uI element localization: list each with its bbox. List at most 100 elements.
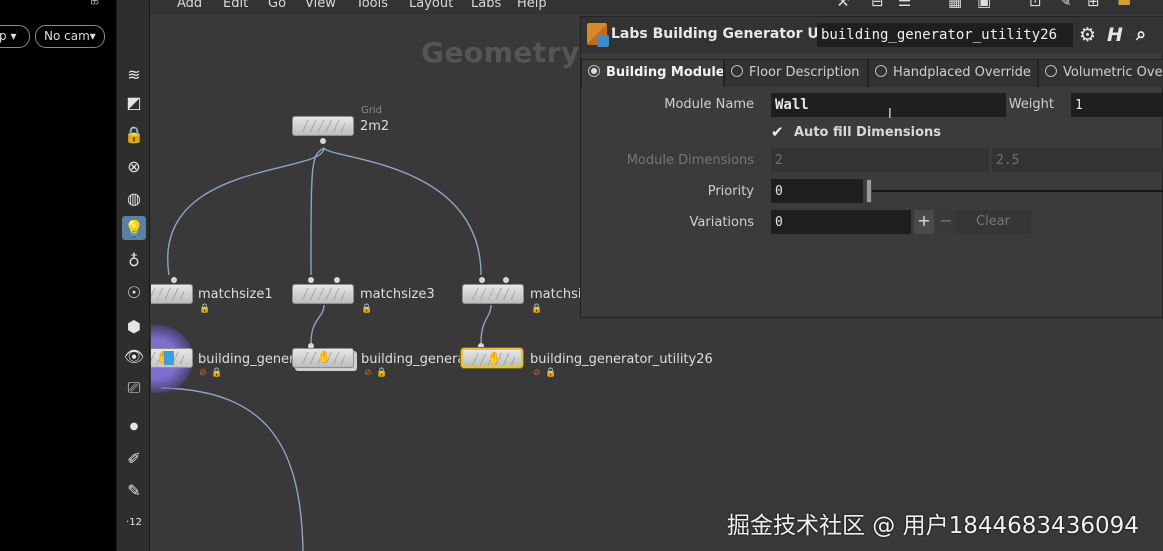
weight-input[interactable] <box>1071 93 1163 117</box>
watermark-text: 掘金技术社区 @ 用户1844683436094 <box>727 513 1139 539</box>
help-h-icon[interactable]: H <box>1107 24 1123 46</box>
tab-handplaced-override-label: Handplaced Override <box>893 65 1031 80</box>
brush-icon[interactable]: ✐ <box>122 446 146 470</box>
scene-viewport[interactable]: ⊞ p ▾ No cam▾ <box>0 0 116 551</box>
viewport-pill-display[interactable]: p ▾ <box>0 25 30 48</box>
matchsize1-node[interactable]: ⧉ <box>151 284 193 304</box>
bg-right-node-selected[interactable]: ✋ <box>461 348 523 368</box>
error-icon: ⊘ <box>199 368 207 378</box>
wire-grid-to-matchsize-right <box>323 147 482 276</box>
lock-tool-icon[interactable]: 🔒 <box>122 122 146 146</box>
viewport-pill-display-label: p <box>0 29 7 43</box>
visibility-eye-icon[interactable]: 👁 <box>122 344 146 368</box>
node-name-input[interactable] <box>817 23 1073 47</box>
light-dim-icon[interactable]: ♁ <box>122 248 146 272</box>
sphere-tool-icon[interactable]: ◍ <box>122 186 146 210</box>
grid-node-type: Grid <box>361 105 382 116</box>
wire-matchsize-right-to-bg-right <box>480 304 492 344</box>
tab-handplaced-override[interactable]: Handplaced Override <box>868 59 1038 87</box>
shape-tool-icon[interactable]: ◩ <box>122 90 146 114</box>
lock-icon: 🔒 <box>545 368 557 378</box>
tab-volumetric-override-label: Volumetric Over <box>1063 65 1163 80</box>
priority-slider-track[interactable] <box>867 190 1163 192</box>
error-icon: ⊘ <box>533 368 541 378</box>
tab-volumetric-override[interactable]: Volumetric Over <box>1038 59 1163 87</box>
wire-bg-left-downstream <box>160 387 304 551</box>
tab-floor-description-label: Floor Description <box>749 65 860 80</box>
wire-grid-to-matchsize1 <box>167 147 325 276</box>
input-port[interactable] <box>334 277 340 283</box>
tool-shelf: ≋ ◩ 🔒 ⊗ ◍ 💡 ♁ ☉ ⬢ 👁 ⎚ ● ✐ ✎ ·12 <box>116 0 150 551</box>
gear-icon[interactable]: ⚙ <box>1079 24 1096 46</box>
parameter-header: Labs Building Generator Utility ⚙ H ⌕ <box>581 17 1163 53</box>
point-icon[interactable]: ● <box>122 414 146 438</box>
grid-icon: ▱ <box>317 118 327 132</box>
parameter-panel: Labs Building Generator Utility ⚙ H ⌕ Bu… <box>580 16 1163 318</box>
matchsize-right-node-label: matchsi <box>530 287 582 302</box>
shape-cube-icon[interactable]: ⬢ <box>122 314 146 338</box>
matchsize3-node[interactable]: ⧉ <box>292 284 354 304</box>
lock-icon: 🔒 <box>361 304 373 314</box>
grid-output-port[interactable] <box>320 138 326 144</box>
module-dimensions-x-input[interactable] <box>771 148 989 172</box>
stack-tool-icon[interactable]: ≋ <box>122 62 146 86</box>
bg-mid-node[interactable]: ✋ <box>292 348 354 368</box>
auto-fill-label: Auto fill Dimensions <box>794 125 942 140</box>
module-dimensions-y-input[interactable] <box>992 148 1163 172</box>
radio-icon <box>875 65 887 77</box>
input-port[interactable] <box>479 277 485 283</box>
priority-slider-handle[interactable] <box>866 179 872 203</box>
module-name-label: Module Name <box>664 97 754 112</box>
blue-flag-icon <box>164 351 174 365</box>
number-12-icon[interactable]: ·12 <box>122 510 146 534</box>
variations-plus-button[interactable]: + <box>914 210 934 234</box>
grid-node[interactable]: ▱ <box>292 116 354 136</box>
matchsize-right-node[interactable]: ⧉ <box>462 284 524 304</box>
tab-building-module-label: Building Module <box>606 65 724 80</box>
input-port[interactable] <box>171 277 177 283</box>
lock-icon: 🔒 <box>376 368 388 378</box>
tab-floor-description[interactable]: Floor Description <box>724 59 868 87</box>
radio-icon <box>1045 65 1057 77</box>
camera-menu-label: No cam <box>44 29 90 43</box>
viewport-options-icon[interactable]: ⊞ <box>90 0 104 7</box>
priority-label: Priority <box>707 184 754 199</box>
chevron-down-icon: ▾ <box>89 29 96 43</box>
auto-fill-checkbox[interactable]: ✔ <box>771 123 784 141</box>
matchsize1-node-label: matchsize1 <box>198 287 273 302</box>
light-bulb-icon[interactable]: 💡 <box>122 216 146 240</box>
display-light-icon[interactable]: ☉ <box>122 280 146 304</box>
matchsize3-node-label: matchsize3 <box>360 287 435 302</box>
weight-label: Weight <box>1008 97 1054 112</box>
hand-icon: ✋ <box>317 350 332 364</box>
variations-minus-button[interactable]: − <box>936 210 956 234</box>
grid-node-label: 2m2 <box>360 119 390 134</box>
bg-mid-node-label: building_generat <box>361 352 471 367</box>
variations-input[interactable] <box>771 210 911 234</box>
handle-tool-icon[interactable]: ⊗ <box>122 154 146 178</box>
pencil-icon[interactable]: ✎ <box>122 478 146 502</box>
camera-menu-button[interactable]: No cam▾ <box>35 25 105 48</box>
bg-left-node[interactable]: ✋ <box>151 348 193 368</box>
priority-input[interactable] <box>771 179 863 203</box>
radio-icon <box>731 65 743 77</box>
matchsize-icon: ⧉ <box>156 286 165 300</box>
input-port[interactable] <box>308 277 314 283</box>
lock-icon: 🔒 <box>531 304 543 314</box>
wire-grid-to-matchsize3 <box>310 147 325 276</box>
lock-icon: 🔒 <box>211 368 223 378</box>
variations-label: Variations <box>689 215 754 230</box>
camera-tool-icon[interactable]: ⎚ <box>122 376 146 400</box>
error-icon: ⊘ <box>364 368 372 378</box>
bg-right-node-label: building_generator_utility26 <box>530 352 713 367</box>
wire-matchsize3-to-bg-mid <box>310 304 325 344</box>
clear-button[interactable]: Clear <box>955 210 1031 234</box>
input-port[interactable] <box>503 277 509 283</box>
hand-icon: ✋ <box>487 351 502 365</box>
radio-selected-icon <box>588 65 600 77</box>
module-dimensions-label: Module Dimensions <box>626 153 754 168</box>
tab-building-module[interactable]: Building Module <box>581 59 724 87</box>
matchsize-icon: ⧉ <box>487 286 496 300</box>
search-icon[interactable]: ⌕ <box>1136 24 1146 45</box>
chevron-down-icon: ▾ <box>10 29 17 43</box>
